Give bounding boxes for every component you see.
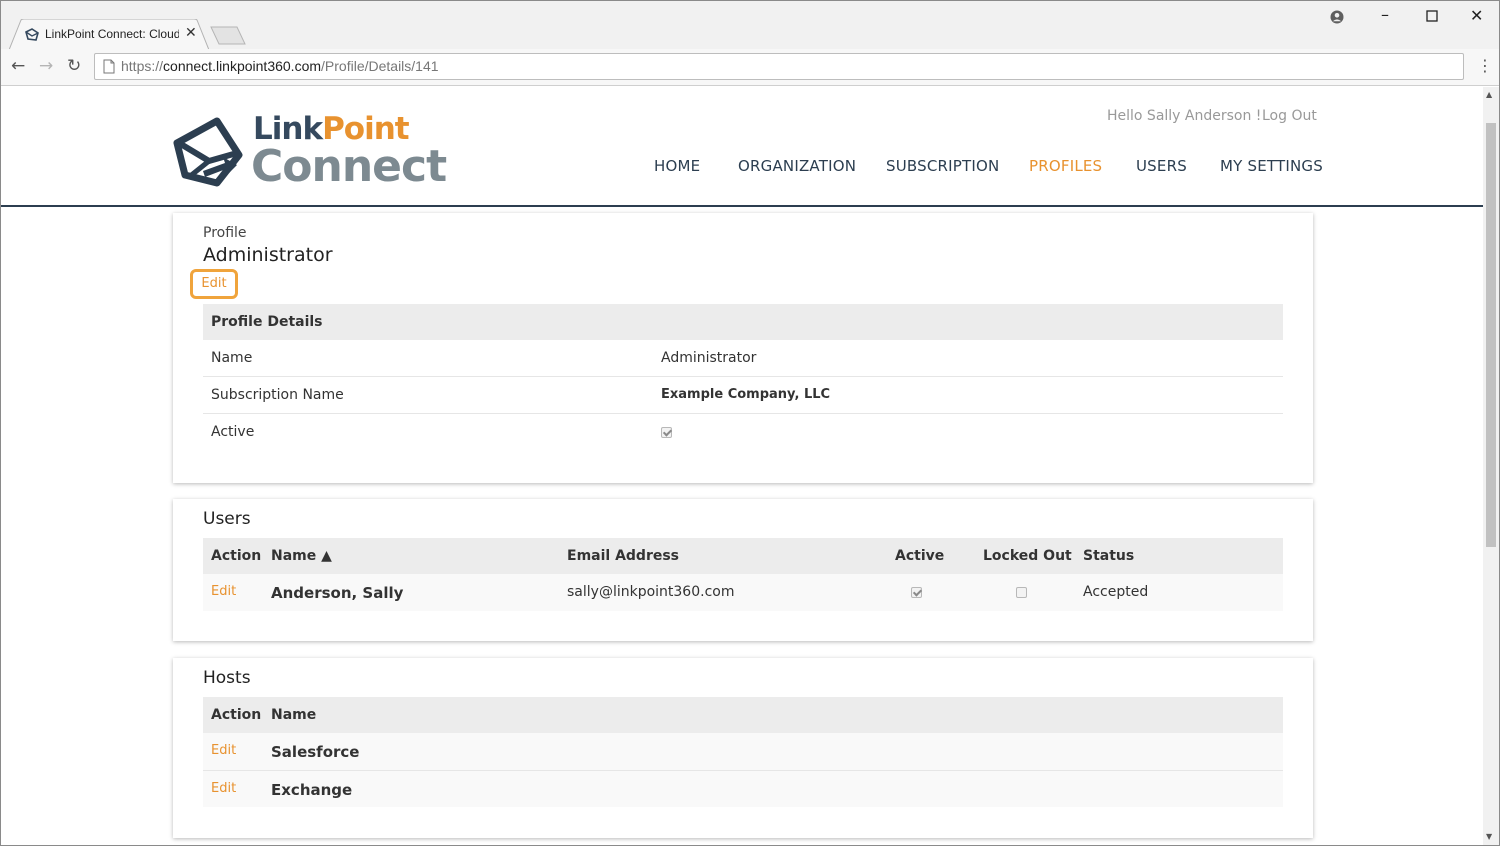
scroll-down-icon[interactable]: ▼ xyxy=(1486,832,1492,841)
nav-home[interactable]: HOME xyxy=(654,157,700,175)
profile-details-header: Profile Details xyxy=(211,314,323,330)
page-icon xyxy=(103,59,115,74)
table-row: Edit Anderson, Sally sally@linkpoint360.… xyxy=(203,574,1283,611)
nav-profiles[interactable]: PROFILES xyxy=(1029,157,1102,175)
col-status[interactable]: Status xyxy=(1083,548,1134,564)
scroll-up-icon[interactable]: ▲ xyxy=(1486,90,1492,99)
col-active[interactable]: Active xyxy=(895,548,944,564)
users-panel: Users Action Name ▲ Email Address Active… xyxy=(173,499,1313,641)
profile-panel: Profile Administrator Edit Profile Detai… xyxy=(173,213,1313,483)
col-name-sort[interactable]: Name ▲ xyxy=(271,548,332,564)
user-email: sally@linkpoint360.com xyxy=(567,584,735,600)
nav-my-settings[interactable]: MY SETTINGS xyxy=(1220,157,1323,175)
logo-wordmark-bottom: Connect xyxy=(251,141,447,192)
nav-subscription[interactable]: SUBSCRIPTION xyxy=(886,157,999,175)
user-status: Accepted xyxy=(1083,584,1149,600)
row-label: Name xyxy=(211,350,253,366)
table-row: Subscription Name Example Company, LLC xyxy=(203,377,1283,414)
user-active-checkbox xyxy=(911,587,922,598)
greeting-text: Hello Sally Anderson ! xyxy=(1107,108,1262,124)
profile-name-heading: Administrator xyxy=(203,244,333,266)
address-bar[interactable]: https://connect.linkpoint360.com/Profile… xyxy=(94,53,1464,80)
col-locked-out[interactable]: Locked Out xyxy=(983,548,1072,564)
users-table: Action Name ▲ Email Address Active Locke… xyxy=(203,538,1283,611)
back-arrow-icon[interactable]: ← xyxy=(11,56,25,76)
row-value: Administrator xyxy=(661,350,757,366)
table-header: Action Name xyxy=(203,697,1283,733)
close-window-icon[interactable]: ✕ xyxy=(1470,6,1483,25)
table-row: Edit Salesforce xyxy=(203,733,1283,770)
table-row: Active xyxy=(203,414,1283,451)
edit-profile-button[interactable]: Edit xyxy=(190,269,238,299)
col-action: Action xyxy=(211,707,262,723)
col-email[interactable]: Email Address xyxy=(567,548,679,564)
vertical-scrollbar[interactable]: ▲ ▼ xyxy=(1483,87,1499,845)
active-checkbox xyxy=(661,427,672,438)
tab-close-icon[interactable]: ✕ xyxy=(185,25,197,41)
kebab-menu-icon[interactable]: ⋮ xyxy=(1477,56,1493,75)
logout-link[interactable]: Log Out xyxy=(1262,108,1317,124)
reload-icon[interactable]: ↻ xyxy=(67,56,81,76)
row-label: Active xyxy=(211,424,255,440)
edit-host-link[interactable]: Edit xyxy=(211,781,236,796)
forward-arrow-icon[interactable]: → xyxy=(39,56,53,76)
user-name: Anderson, Sally xyxy=(271,584,404,602)
table-row: Edit Exchange xyxy=(203,770,1283,807)
site-header: LinkPoint Connect Hello Sally Anderson !… xyxy=(1,87,1483,207)
page-viewport: LinkPoint Connect Hello Sally Anderson !… xyxy=(1,87,1483,845)
row-label: Subscription Name xyxy=(211,387,344,403)
maximize-icon[interactable] xyxy=(1426,10,1438,22)
table-header: Profile Details xyxy=(203,304,1283,340)
browser-window: LinkPoint Connect: Cloud ✕ – ✕ ← → ↻ htt… xyxy=(0,0,1500,846)
browser-toolbar: ← → ↻ https://connect.linkpoint360.com/P… xyxy=(1,49,1499,86)
col-action: Action xyxy=(211,548,262,564)
tab-title: LinkPoint Connect: Cloud xyxy=(45,27,179,41)
nav-users[interactable]: USERS xyxy=(1136,157,1187,175)
profile-label: Profile xyxy=(203,225,247,241)
row-value: Example Company, LLC xyxy=(661,387,831,402)
edit-user-link[interactable]: Edit xyxy=(211,584,236,599)
nav-organization[interactable]: ORGANIZATION xyxy=(738,157,856,175)
user-locked-out-checkbox xyxy=(1016,587,1027,598)
hosts-title: Hosts xyxy=(203,668,251,688)
envelope-icon xyxy=(25,28,39,41)
title-bar: LinkPoint Connect: Cloud ✕ – ✕ xyxy=(1,1,1499,50)
scroll-thumb[interactable] xyxy=(1486,123,1496,547)
hosts-table: Action Name Edit Salesforce Edit Exchang… xyxy=(203,697,1283,807)
minimize-icon[interactable]: – xyxy=(1381,5,1389,24)
account-icon[interactable] xyxy=(1329,9,1345,25)
table-row: Name Administrator xyxy=(203,340,1283,377)
host-name: Salesforce xyxy=(271,743,360,761)
table-header: Action Name ▲ Email Address Active Locke… xyxy=(203,538,1283,574)
profile-details-table: Profile Details Name Administrator Subsc… xyxy=(203,304,1283,451)
host-name: Exchange xyxy=(271,781,353,799)
edit-host-link[interactable]: Edit xyxy=(211,743,236,758)
new-tab-button[interactable] xyxy=(209,26,247,45)
col-name: Name xyxy=(271,707,317,723)
hosts-panel: Hosts Action Name Edit Salesforce Edit E… xyxy=(173,658,1313,838)
users-title: Users xyxy=(203,509,251,529)
url-text: https://connect.linkpoint360.com/Profile… xyxy=(121,58,439,74)
